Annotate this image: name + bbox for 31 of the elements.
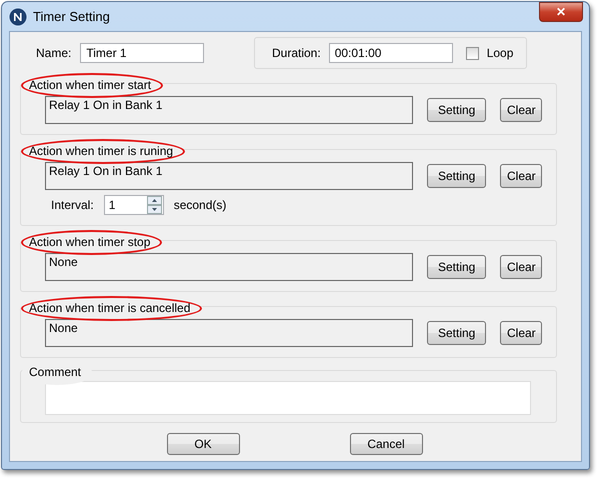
close-button[interactable]: ✕	[539, 2, 583, 22]
ok-button[interactable]: OK	[166, 433, 240, 455]
clear-button[interactable]: Clear	[500, 321, 542, 345]
setting-button[interactable]: Setting	[427, 164, 486, 188]
duration-label: Duration:	[272, 46, 321, 60]
group-title: Action when timer start	[21, 73, 164, 98]
comment-field[interactable]	[45, 381, 531, 415]
window-title: Timer Setting	[33, 9, 111, 24]
setting-button[interactable]: Setting	[427, 321, 486, 345]
duration-field[interactable]: 00:01:00	[328, 43, 453, 63]
action-field: None	[45, 253, 414, 281]
interval-unit: second(s)	[174, 198, 226, 212]
setting-button[interactable]: Setting	[427, 255, 486, 279]
clear-button[interactable]: Clear	[500, 164, 542, 188]
group-title: Action when timer is runing	[21, 139, 186, 164]
action-field: None	[45, 319, 414, 347]
action-field: Relay 1 On in Bank 1	[45, 162, 414, 190]
cancel-button[interactable]: Cancel	[350, 433, 422, 455]
group-title: Action when timer is cancelled	[21, 296, 202, 321]
name-field[interactable]: Timer 1	[80, 43, 204, 63]
loop-checkbox[interactable]	[466, 46, 479, 60]
clear-button[interactable]: Clear	[500, 98, 542, 122]
group-title: Action when timer stop	[21, 230, 162, 255]
clear-button[interactable]: Clear	[500, 255, 542, 279]
app-logo-icon	[9, 8, 27, 26]
interval-label: Interval:	[51, 198, 94, 212]
name-label: Name:	[36, 46, 72, 60]
setting-button[interactable]: Setting	[427, 98, 486, 122]
interval-spinner[interactable]: 1	[104, 195, 164, 215]
action-field: Relay 1 On in Bank 1	[45, 96, 414, 124]
loop-label: Loop	[486, 46, 514, 60]
